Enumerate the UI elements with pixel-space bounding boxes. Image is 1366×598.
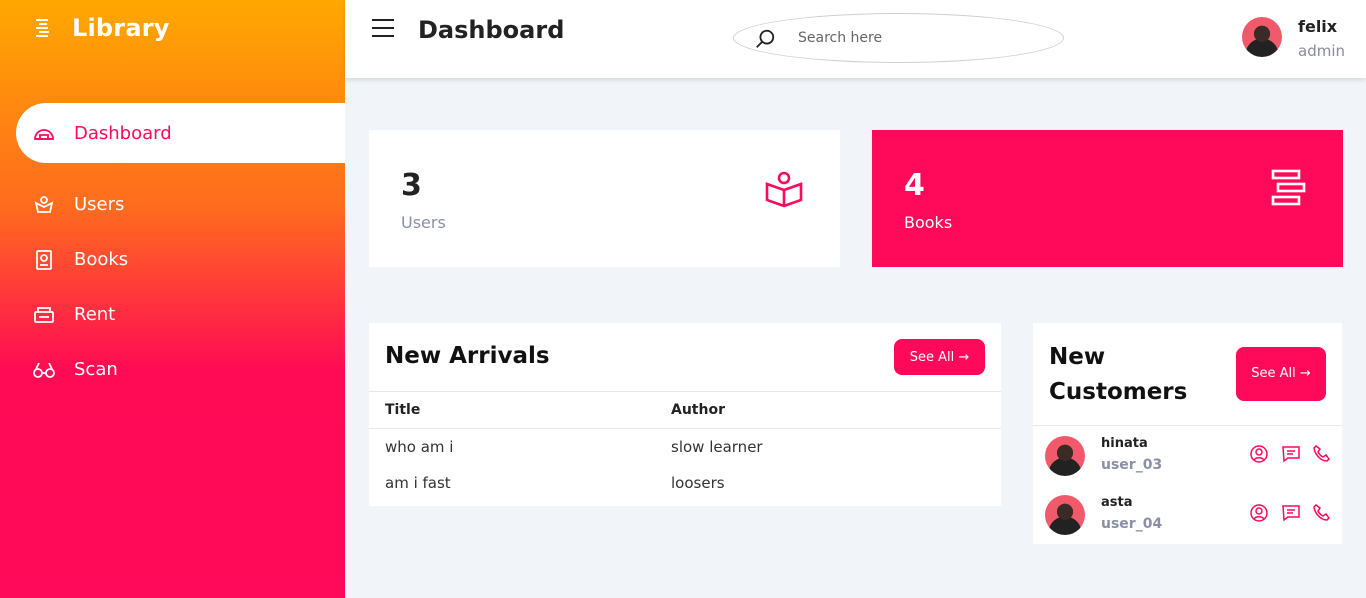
avatar[interactable] bbox=[1242, 17, 1282, 57]
phone-icon[interactable] bbox=[1312, 503, 1332, 523]
arrivals-table: Title Author who am i slow learner am i … bbox=[369, 391, 1001, 501]
scan-icon bbox=[32, 358, 56, 382]
brand[interactable]: Library bbox=[32, 14, 170, 42]
sidebar-item-rent[interactable]: Rent bbox=[16, 287, 345, 342]
sidebar: Library Dashboard Users Books Rent Scan bbox=[0, 0, 345, 598]
customer-id: user_04 bbox=[1101, 516, 1163, 532]
book-author-cell: slow learner bbox=[671, 438, 763, 456]
user-name: felix bbox=[1298, 17, 1338, 36]
new-customers-panel: New Customers See All → hinata user_03 a… bbox=[1033, 323, 1342, 544]
brand-name: Library bbox=[72, 14, 170, 42]
customer-id: user_03 bbox=[1101, 457, 1163, 473]
sidebar-item-books[interactable]: Books bbox=[16, 232, 345, 287]
topbar: Dashboard felix admin bbox=[345, 0, 1366, 78]
table-header-row: Title Author bbox=[369, 391, 1001, 429]
table-row[interactable]: who am i slow learner bbox=[369, 429, 1001, 466]
profile-icon[interactable] bbox=[1249, 503, 1269, 523]
list-item[interactable]: hinata user_03 bbox=[1045, 436, 1330, 478]
sidebar-item-label: Books bbox=[74, 249, 129, 270]
users-icon bbox=[32, 193, 56, 217]
customer-name: hinata bbox=[1101, 436, 1148, 451]
customer-name: asta bbox=[1101, 495, 1133, 510]
user-role: admin bbox=[1298, 42, 1345, 60]
divider bbox=[1033, 425, 1342, 426]
arrivals-see-all-button[interactable]: See All → bbox=[894, 339, 985, 375]
users-label: Users bbox=[401, 213, 446, 232]
book-author-cell: loosers bbox=[671, 474, 725, 492]
dashboard-icon bbox=[32, 121, 56, 145]
avatar[interactable] bbox=[1045, 436, 1085, 476]
sidebar-item-scan[interactable]: Scan bbox=[16, 342, 345, 397]
avatar[interactable] bbox=[1045, 495, 1085, 535]
search-input[interactable] bbox=[798, 26, 1038, 50]
books-label: Books bbox=[904, 213, 953, 232]
column-header-author: Author bbox=[655, 391, 1001, 429]
phone-icon[interactable] bbox=[1312, 444, 1332, 464]
sidebar-item-label: Scan bbox=[74, 359, 118, 380]
book-title-cell: who am i bbox=[385, 438, 454, 456]
message-icon[interactable] bbox=[1281, 503, 1301, 523]
books-stat-card[interactable]: 4 Books bbox=[872, 130, 1343, 267]
sidebar-item-dashboard[interactable]: Dashboard bbox=[16, 103, 345, 163]
sidebar-item-label: Dashboard bbox=[74, 122, 172, 144]
table-row[interactable]: am i fast loosers bbox=[369, 465, 1001, 501]
sidebar-item-label: Rent bbox=[74, 304, 116, 325]
books-stack-icon bbox=[1267, 168, 1307, 208]
new-arrivals-title: New Arrivals bbox=[385, 343, 550, 369]
search-icon[interactable] bbox=[754, 28, 776, 50]
books-icon bbox=[32, 248, 56, 272]
sidebar-item-users[interactable]: Users bbox=[16, 177, 345, 232]
customers-see-all-button[interactable]: See All → bbox=[1236, 347, 1326, 401]
library-logo-icon bbox=[32, 16, 56, 40]
books-count: 4 bbox=[904, 168, 925, 203]
page-title: Dashboard bbox=[418, 16, 565, 44]
sidebar-item-label: Users bbox=[74, 194, 125, 215]
new-customers-title: New Customers bbox=[1049, 344, 1188, 405]
reader-icon bbox=[764, 168, 804, 208]
menu-toggle-icon[interactable] bbox=[372, 19, 394, 39]
users-stat-card[interactable]: 3 Users bbox=[369, 130, 840, 267]
message-icon[interactable] bbox=[1281, 444, 1301, 464]
profile-icon[interactable] bbox=[1249, 444, 1269, 464]
book-title-cell: am i fast bbox=[385, 474, 451, 492]
rent-icon bbox=[32, 303, 56, 327]
sidebar-nav: Dashboard Users Books Rent Scan bbox=[16, 103, 345, 397]
users-count: 3 bbox=[401, 168, 422, 203]
new-arrivals-panel: New Arrivals See All → Title Author who … bbox=[369, 323, 1001, 506]
column-header-title: Title bbox=[369, 391, 655, 429]
user-profile[interactable]: felix admin bbox=[1242, 17, 1345, 60]
list-item[interactable]: asta user_04 bbox=[1045, 495, 1330, 537]
search-box bbox=[733, 13, 1064, 63]
